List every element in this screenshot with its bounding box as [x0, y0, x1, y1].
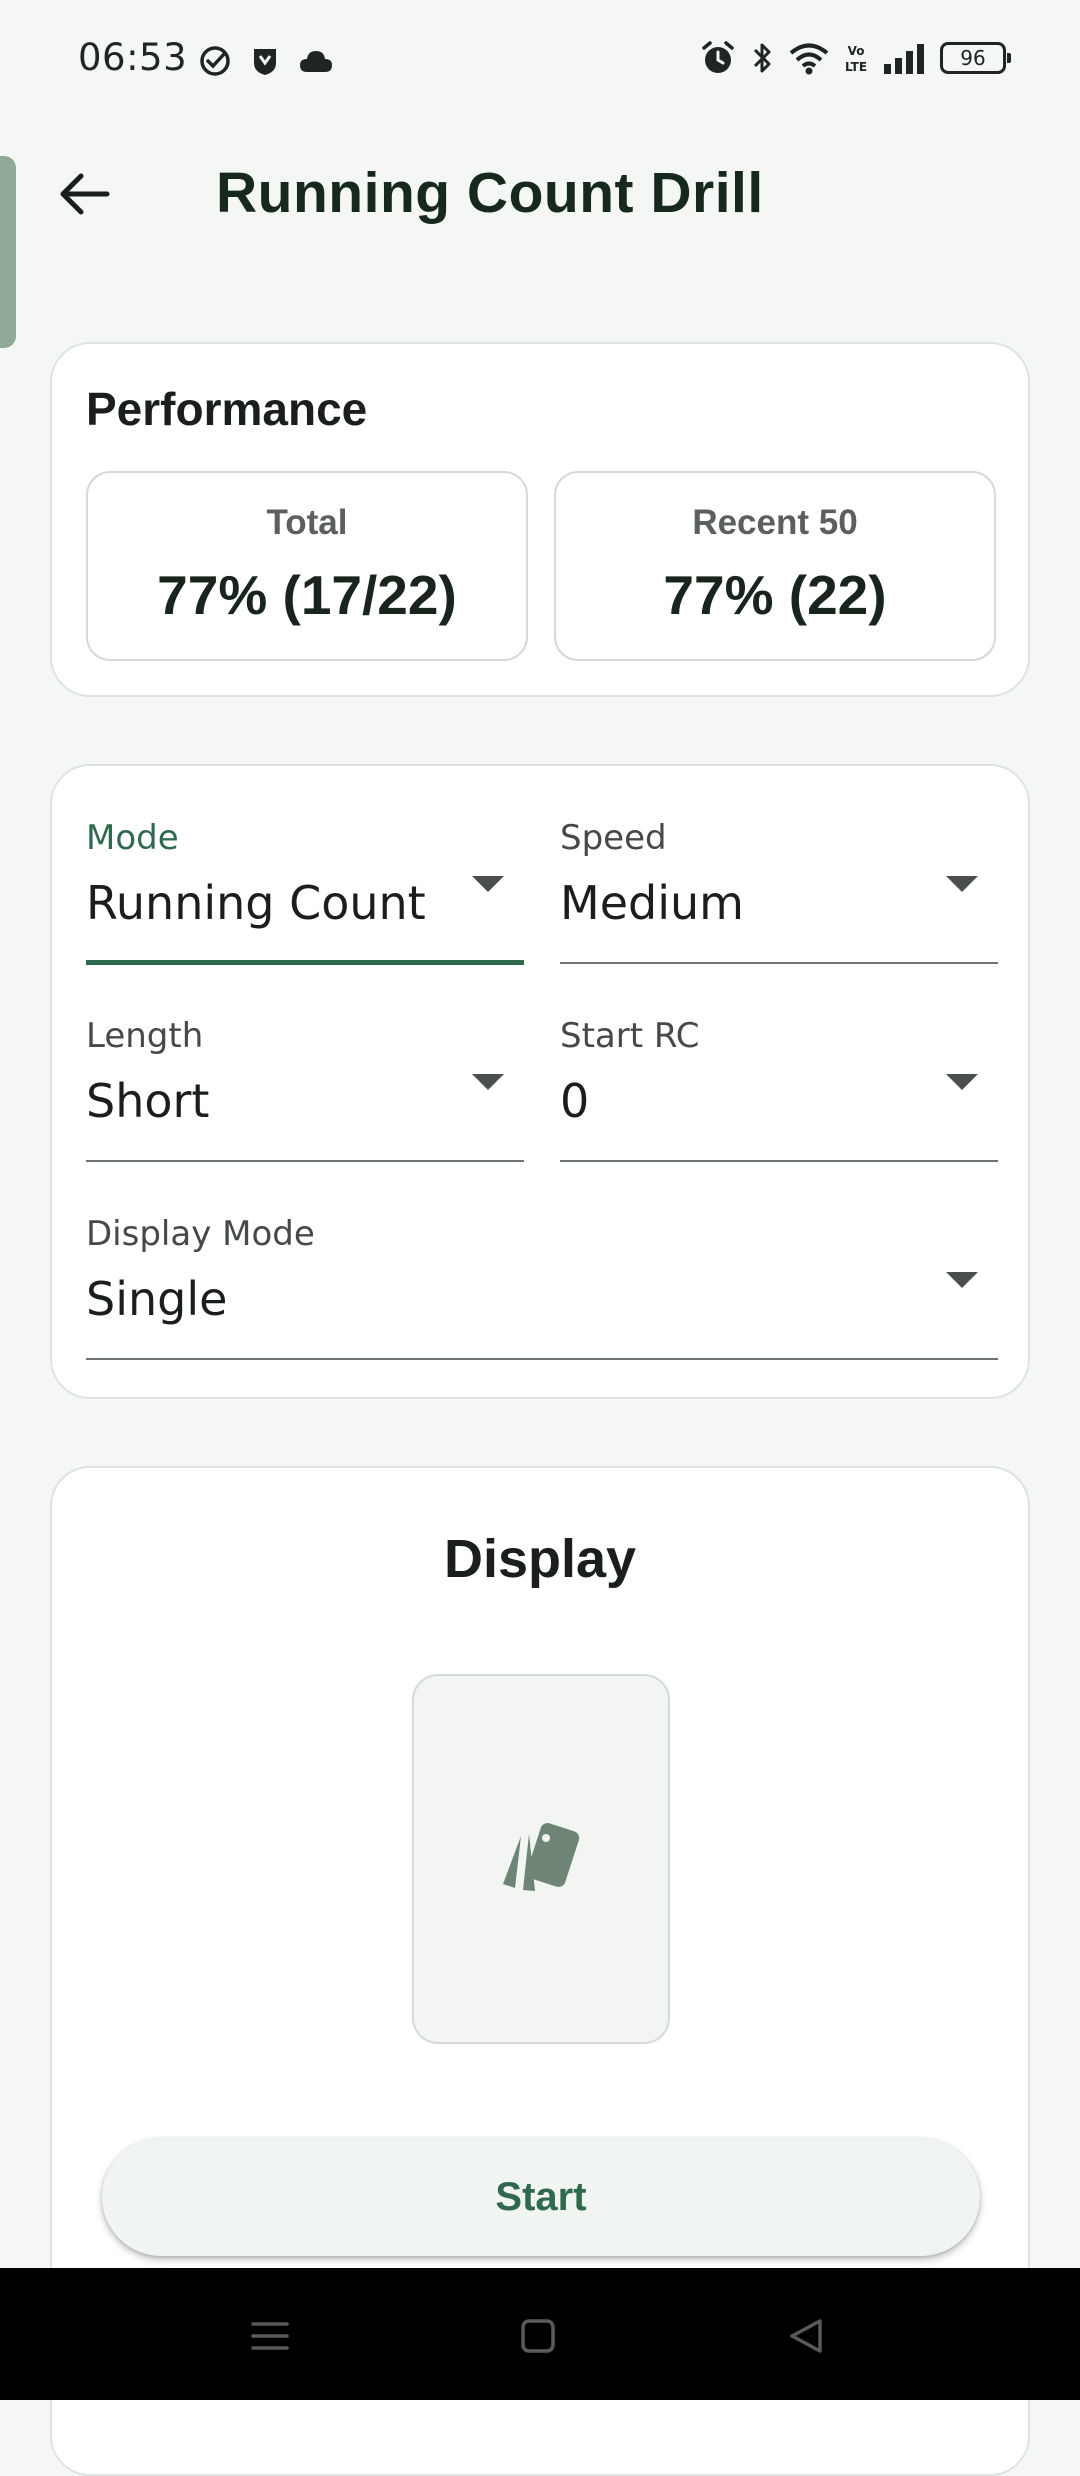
speed-value: Medium: [560, 876, 744, 930]
arrow-left-icon: [57, 171, 111, 221]
recent-label: Recent 50: [692, 503, 858, 542]
recent-value: 77% (22): [663, 564, 887, 626]
page-title: Running Count Drill: [216, 161, 764, 225]
display-title: Display: [443, 1529, 637, 1589]
system-nav-bar: [0, 2268, 1080, 2400]
bluetooth-icon: [750, 40, 774, 76]
mode-dropdown[interactable]: Mode Running Count: [86, 766, 524, 966]
svg-text:LTE: LTE: [845, 60, 867, 74]
back-button[interactable]: [44, 156, 124, 236]
display-mode-dropdown[interactable]: Display Mode Single: [86, 1162, 998, 1362]
signal-icon: [882, 42, 926, 74]
start-rc-label: Start RC: [560, 1016, 700, 1056]
start-rc-dropdown[interactable]: Start RC 0: [560, 964, 998, 1164]
mode-value: Running Count: [86, 876, 426, 930]
status-time: 06:53: [78, 36, 188, 79]
card-display-area: [412, 1674, 670, 2044]
mode-label: Mode: [86, 818, 179, 858]
total-label: Total: [266, 503, 348, 542]
total-stat-box: Total 77% (17/22): [86, 471, 528, 661]
cloud-icon: [298, 48, 334, 74]
battery-icon: 96: [940, 42, 1011, 74]
length-label: Length: [86, 1016, 204, 1056]
performance-card: Performance Total 77% (17/22) Recent 50 …: [50, 342, 1030, 697]
recent-stat-box: Recent 50 77% (22): [554, 471, 996, 661]
status-bar: 06:53 Vo LTE 96: [0, 0, 1080, 124]
menu-icon: [250, 2316, 290, 2360]
start-button[interactable]: Start: [102, 2138, 980, 2256]
caret-down-icon: [946, 1074, 978, 1090]
alarm-icon: [700, 40, 736, 76]
battery-level: 96: [960, 46, 986, 70]
check-circle-icon: [198, 44, 232, 78]
wifi-icon: [788, 41, 830, 75]
speed-label: Speed: [560, 818, 667, 858]
settings-card: Mode Running Count Speed Medium Length S…: [50, 764, 1030, 1399]
recents-button[interactable]: [240, 2308, 300, 2368]
caret-down-icon: [946, 876, 978, 892]
start-rc-value: 0: [560, 1074, 590, 1128]
status-right-icons: Vo LTE 96: [700, 40, 1011, 76]
shield-icon: [250, 45, 280, 77]
display-mode-label: Display Mode: [86, 1214, 315, 1254]
caret-down-icon: [946, 1272, 978, 1288]
caret-down-icon: [472, 876, 504, 892]
playing-cards-icon: [499, 1818, 583, 1900]
caret-down-icon: [472, 1074, 504, 1090]
length-value: Short: [86, 1074, 210, 1128]
performance-title: Performance: [86, 383, 368, 435]
volte-icon: Vo LTE: [844, 42, 868, 74]
total-value: 77% (17/22): [157, 564, 457, 626]
display-mode-value: Single: [86, 1272, 228, 1326]
back-triangle-icon: [786, 2316, 826, 2360]
home-square-icon: [518, 2316, 558, 2360]
svg-text:Vo: Vo: [848, 44, 865, 58]
length-dropdown[interactable]: Length Short: [86, 964, 524, 1164]
app-bar: Running Count Drill: [0, 130, 1080, 260]
status-left-icons: [198, 44, 334, 78]
speed-dropdown[interactable]: Speed Medium: [560, 766, 998, 966]
system-back-button[interactable]: [776, 2308, 836, 2368]
display-mode-underline: [86, 1358, 998, 1360]
home-button[interactable]: [508, 2308, 568, 2368]
